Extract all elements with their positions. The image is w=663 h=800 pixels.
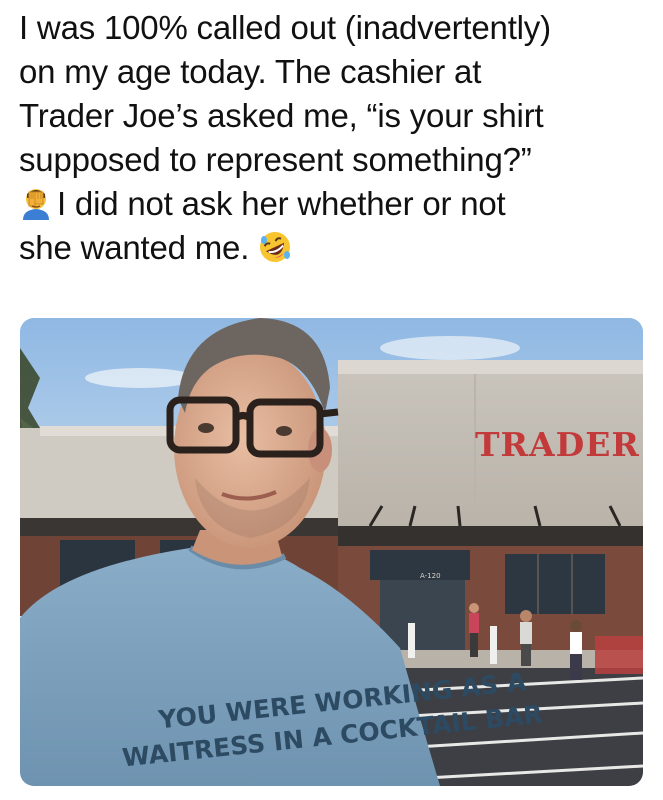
caption-line-2: on my age today. The cashier at xyxy=(19,53,482,90)
rolling-on-floor-laughing-emoji-icon xyxy=(260,232,291,262)
caption-line-6: she wanted me. xyxy=(19,226,649,270)
door-number: A-120 xyxy=(420,572,441,580)
store-sign: TRADER xyxy=(475,425,640,464)
store-canopy xyxy=(338,526,643,548)
facepalm-emoji-icon xyxy=(23,189,49,220)
store-entrance xyxy=(380,580,465,650)
post-photo: TRADER A-120 YOU WERE WORKING AS A WAITR… xyxy=(20,318,643,786)
store-roofline xyxy=(338,360,643,374)
caption-line-5-text: I did not ask her whether or not xyxy=(57,185,506,222)
selfie-at-store-photo: TRADER A-120 YOU WERE WORKING AS A WAITR… xyxy=(20,318,643,786)
post-caption: I was 100% called out (inadvertently) on… xyxy=(19,6,649,270)
background-person xyxy=(570,620,582,680)
caption-line-6-text: she wanted me. xyxy=(19,229,250,266)
bollard xyxy=(408,623,415,658)
store-window-right xyxy=(505,554,605,614)
caption-line-4: supposed to represent something?” xyxy=(19,141,532,178)
cloud xyxy=(85,368,195,388)
background-person xyxy=(469,603,479,657)
caption-line-5: I did not ask her whether or not xyxy=(19,182,649,226)
caption-line-3: Trader Joe’s asked me, “is your shirt xyxy=(19,97,544,134)
background-person xyxy=(520,610,532,666)
bollard xyxy=(490,626,497,664)
cloud xyxy=(380,336,520,360)
shopping-carts xyxy=(595,636,643,674)
caption-line-1: I was 100% called out (inadvertently) xyxy=(19,9,551,46)
